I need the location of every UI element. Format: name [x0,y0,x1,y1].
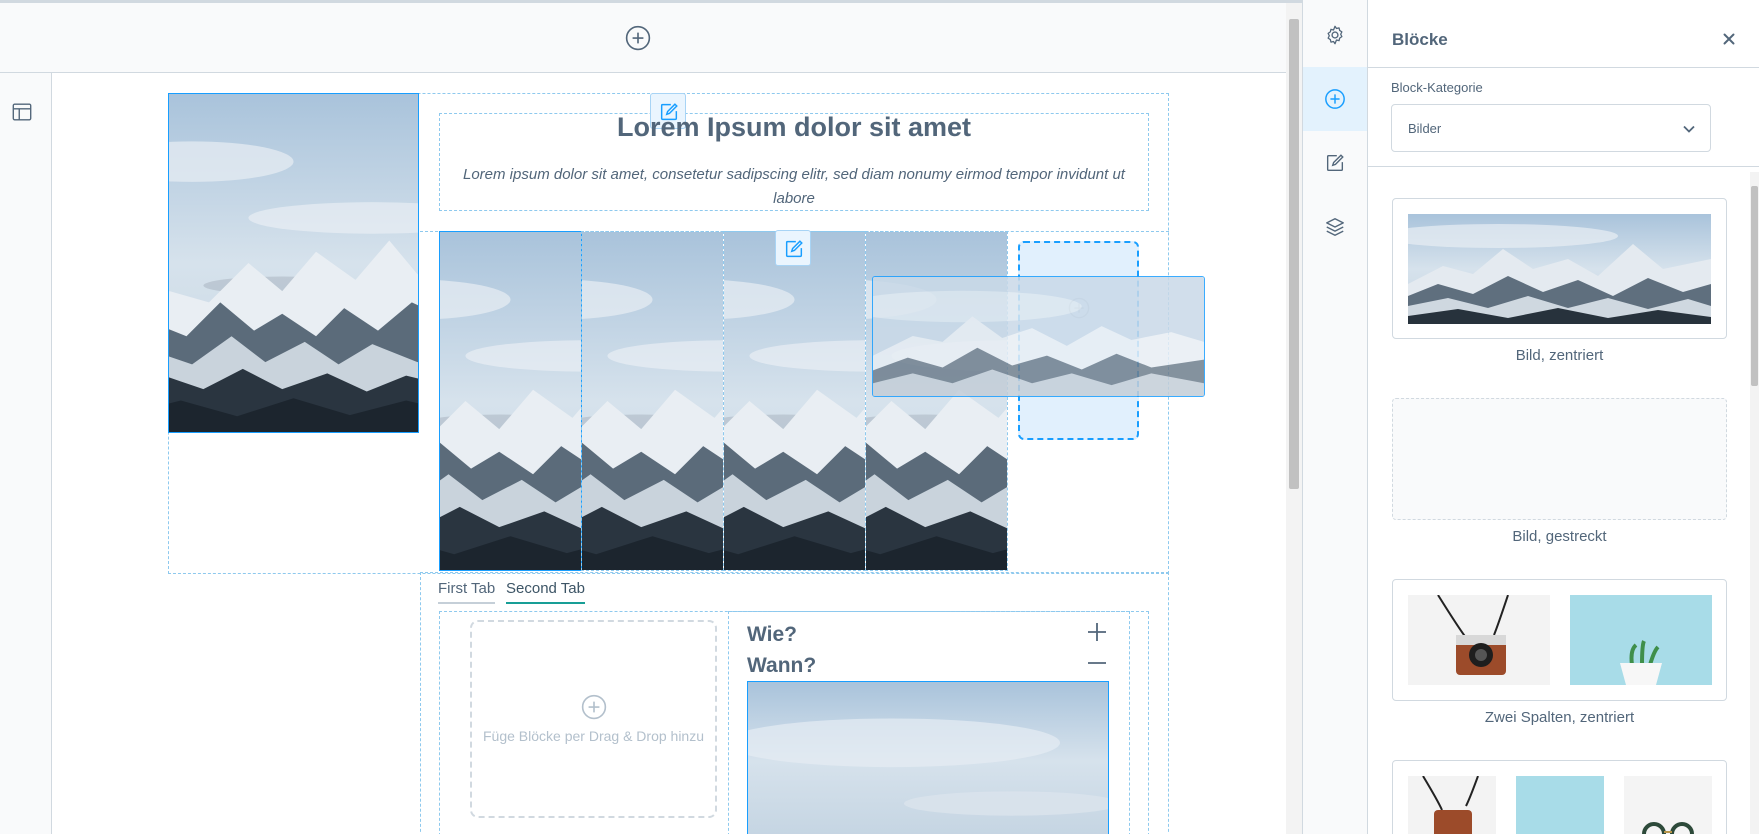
block-card-label: Zwei Spalten, zentriert [1484,709,1635,726]
dropzone-text: Füge Blöcke per Drag & Drop hinzu [483,728,704,744]
plus-icon[interactable] [1085,620,1109,644]
sidebar-nav [1302,0,1368,834]
panel-header: Blöcke [1368,0,1759,68]
block-preview-image [1624,776,1712,834]
block-preview-image [1408,214,1711,324]
block-preview-image [1570,595,1712,685]
editor-scrollbar[interactable] [1286,3,1302,834]
category-label: Block-Kategorie [1391,80,1483,95]
gear-icon [1327,25,1343,45]
block-card[interactable] [1392,198,1727,339]
sidebar-nav-settings[interactable] [1303,3,1367,67]
block-card-label: Bild, gestreckt [1512,528,1607,545]
sidebar-nav-edit[interactable] [1303,131,1367,195]
block-preview-image [1516,776,1604,834]
plus-circle-icon [1325,89,1345,109]
close-icon[interactable] [1720,30,1738,48]
edit-icon [785,240,803,258]
chevron-down-icon [1683,125,1695,133]
block-preview-image [1408,776,1496,834]
image-block[interactable] [439,231,582,571]
tab-first[interactable]: First Tab [438,580,496,604]
edit-block-button[interactable] [775,230,811,266]
text-block-body: Lorem ipsum dolor sit amet, consetetur s… [463,166,1125,207]
blocks-panel: Blöcke Block-Kategorie Bilder Bild, zent… [1368,0,1759,834]
sidebar-nav-add-blocks[interactable] [1303,67,1367,131]
text-block-title: Lorem Ipsum dolor sit amet [616,112,972,142]
minus-icon[interactable] [1085,651,1109,675]
tab-second[interactable]: Second Tab [506,580,585,604]
plus-circle-icon[interactable] [625,25,651,51]
image-block[interactable] [723,231,866,571]
block-card[interactable] [1392,579,1727,701]
edit-icon [1326,154,1344,172]
block-preview-image [1408,595,1550,685]
accordion-item-title[interactable]: Wie? [747,623,797,647]
editor-gutter [0,73,52,834]
panel-title: Blöcke [1392,30,1448,49]
image-block[interactable] [581,231,724,571]
block-card[interactable] [1392,398,1727,520]
dragged-block-preview[interactable] [872,276,1205,397]
block-card-label: Bild, zentriert [1515,347,1604,364]
panel-scrollbar[interactable] [1750,172,1759,834]
block-card[interactable] [1392,760,1727,834]
image-block[interactable] [168,93,419,433]
accordion-item-title[interactable]: Wann? [747,654,816,678]
editor-topbar [0,3,1286,73]
image-block[interactable] [747,681,1109,834]
category-value: Bilder [1408,121,1442,136]
panel-divider [1368,166,1759,167]
layout-icon[interactable] [11,101,33,123]
category-select[interactable]: Bilder [1391,104,1711,152]
sidebar-nav-layers[interactable] [1303,195,1367,259]
empty-dropzone[interactable]: Füge Blöcke per Drag & Drop hinzu [470,620,717,818]
layers-icon [1326,218,1344,236]
plus-circle-icon [581,694,607,720]
